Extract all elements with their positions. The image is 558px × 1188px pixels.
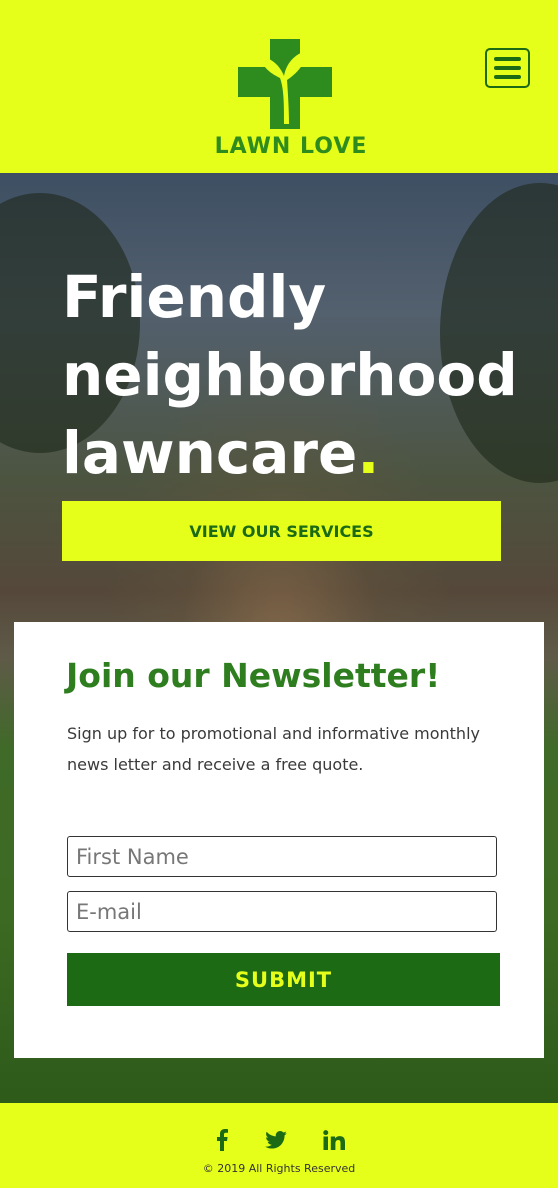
menu-button[interactable] (485, 48, 530, 88)
linkedin-icon[interactable] (320, 1125, 348, 1155)
logo-wordmark: LAWN LOVE (214, 134, 368, 159)
email-input[interactable] (67, 891, 497, 932)
submit-button[interactable]: SUBMIT (67, 953, 500, 1006)
first-name-input[interactable] (67, 836, 497, 877)
newsletter-card: Join our Newsletter! Sign up for to prom… (14, 622, 544, 1058)
cross-sprout-icon (238, 39, 332, 129)
copyright-text: © 2019 All Rights Reserved (202, 1162, 356, 1175)
hero-title: Friendly neighborhood lawncare. (62, 263, 518, 487)
site-footer: © 2019 All Rights Reserved (0, 1103, 558, 1188)
site-header: LAWN LOVE (0, 0, 558, 173)
lawn-love-logo[interactable]: LAWN LOVE (210, 34, 372, 160)
facebook-icon[interactable] (210, 1125, 234, 1155)
twitter-icon[interactable] (262, 1125, 290, 1155)
hamburger-menu-icon (494, 57, 521, 61)
newsletter-title: Join our Newsletter! (66, 656, 441, 695)
newsletter-description: Sign up for to promotional and informati… (67, 724, 480, 774)
view-services-button[interactable]: VIEW OUR SERVICES (62, 501, 501, 561)
